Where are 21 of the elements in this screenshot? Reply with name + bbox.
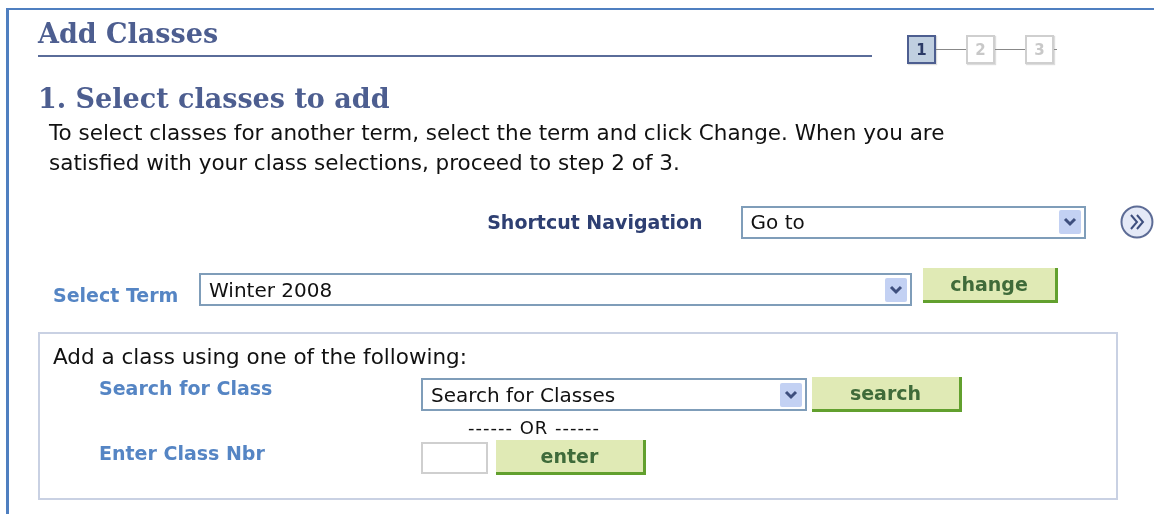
enter-button[interactable]: enter xyxy=(496,440,646,475)
class-number-field[interactable] xyxy=(421,441,488,474)
field-label: Enter Class Nbr xyxy=(99,441,266,464)
page-title: Add Classes xyxy=(38,18,219,49)
field-label: Shortcut Navigation xyxy=(486,211,703,233)
step-indicator[interactable]: 1 xyxy=(907,35,936,64)
forward-icon[interactable] xyxy=(1120,205,1154,239)
field-label: Select Term xyxy=(53,283,180,306)
change-button[interactable]: change xyxy=(923,268,1058,303)
search-button[interactable]: search xyxy=(812,377,962,412)
instructions-text: To select classes for another term, select the term and click Change. When you are satisfied with your class selections, proceed to step 2 of 3. xyxy=(49,119,946,177)
navigation-dropdown[interactable]: Go to xyxy=(740,205,1087,239)
field-label: Search for Class xyxy=(99,377,274,399)
term-dropdown[interactable]: Winter 2008 xyxy=(199,273,912,306)
chevron-icon xyxy=(1059,210,1082,234)
search-dropdown[interactable]: Search for Classes xyxy=(421,378,807,411)
chevron-icon xyxy=(885,277,907,302)
chevron-icon xyxy=(780,382,802,407)
section-heading: 1. Select classes to add xyxy=(38,83,390,114)
panel-intro: Add a class using one of the following: xyxy=(53,344,467,369)
separator-text: ------ OR ------ xyxy=(468,416,601,438)
